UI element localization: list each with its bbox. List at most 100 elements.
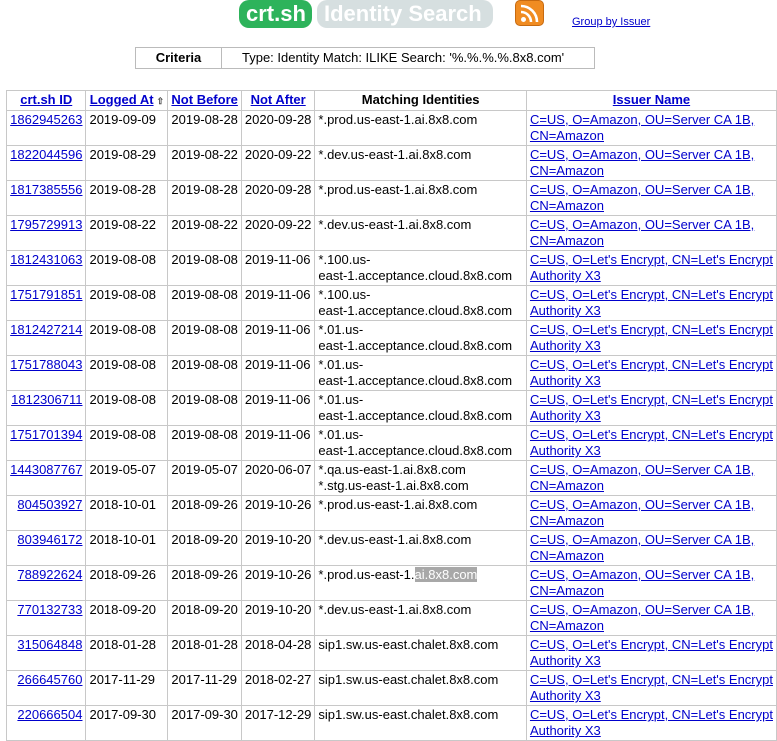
issuer-link[interactable]: C=US, O=Let's Encrypt, CN=Let's Encrypt A… [530,252,773,283]
cert-id-link[interactable]: 1862945263 [10,112,82,127]
logged-at-cell: 2017-11-29 [85,670,169,706]
cert-id-link[interactable]: 1822044596 [10,147,82,162]
issuer-name-cell: C=US, O=Let's Encrypt, CN=Let's Encrypt A… [525,705,777,741]
matching-identities-cell: sip1.sw.us-east.chalet.8x8.com [314,635,527,671]
issuer-link[interactable]: C=US, O=Let's Encrypt, CN=Let's Encrypt A… [530,392,773,423]
col-not-before[interactable]: Not Before [167,90,242,111]
cert-id-cell: 804503927 [5,495,87,531]
issuer-name-cell: C=US, O=Amazon, OU=Server CA 1B, CN=Amazo… [525,495,777,531]
not-before-cell: 2019-08-22 [167,145,242,181]
issuer-link[interactable]: C=US, O=Amazon, OU=Server CA 1B, CN=Amazo… [530,182,754,213]
issuer-line: C=US, O=Amazon, OU=Server CA 1B, [529,462,755,477]
crtsh-logo-button[interactable]: crt.sh [239,0,312,28]
issuer-line: Authority X3 [529,338,601,353]
cert-id-cell: 788922624 [5,565,87,601]
cert-id-link[interactable]: 220666504 [17,707,82,722]
logged-at-cell: 2019-08-08 [85,250,169,286]
col-crtsh-id[interactable]: crt.sh ID [5,90,87,111]
issuer-link[interactable]: C=US, O=Let's Encrypt, CN=Let's Encrypt A… [530,637,773,668]
matching-identities-cell: sip1.sw.us-east.chalet.8x8.com [314,705,527,741]
issuer-name-cell: C=US, O=Let's Encrypt, CN=Let's Encrypt A… [525,425,777,461]
not-before-cell: 2019-08-08 [167,355,242,391]
rss-feed-icon[interactable] [515,0,544,26]
issuer-link[interactable]: C=US, O=Amazon, OU=Server CA 1B, CN=Amazo… [530,567,754,598]
identity-line: east-1.acceptance.cloud.8x8.com [318,268,513,283]
issuer-link[interactable]: C=US, O=Let's Encrypt, CN=Let's Encrypt A… [530,322,773,353]
page-header: crt.sh Identity Search Group by Issuer [0,0,777,40]
issuer-link[interactable]: C=US, O=Let's Encrypt, CN=Let's Encrypt A… [530,707,773,738]
cert-id-link[interactable]: 770132733 [17,602,82,617]
issuer-link[interactable]: C=US, O=Amazon, OU=Server CA 1B, CN=Amazo… [530,532,754,563]
matching-identities-cell: *.dev.us-east-1.ai.8x8.com [314,530,527,566]
cert-id-link[interactable]: 1443087767 [10,462,82,477]
matching-identities-cell: *.dev.us-east-1.ai.8x8.com [314,600,527,636]
issuer-name-cell: C=US, O=Let's Encrypt, CN=Let's Encrypt A… [525,390,777,426]
issuer-line: C=US, O=Let's Encrypt, CN=Let's Encrypt [529,637,773,652]
col-logged-at[interactable]: Logged At ⇧ [85,90,169,111]
identity-line: *.qa.us-east-1.ai.8x8.com [318,462,466,477]
issuer-link[interactable]: C=US, O=Let's Encrypt, CN=Let's Encrypt A… [530,357,773,388]
logged-at-cell: 2019-08-08 [85,320,169,356]
issuer-line: C=US, O=Let's Encrypt, CN=Let's Encrypt [529,357,773,372]
table-row: 1443087767 2019-05-07 2019-05-07 2020-06-07… [5,460,777,496]
not-before-cell: 2017-09-30 [167,705,242,741]
cert-id-link[interactable]: 315064848 [17,637,82,652]
cert-id-link[interactable]: 1795729913 [10,217,82,232]
issuer-name-cell: C=US, O=Let's Encrypt, CN=Let's Encrypt A… [525,670,777,706]
cert-id-link[interactable]: 1817385556 [10,182,82,197]
issuer-link[interactable]: C=US, O=Amazon, OU=Server CA 1B, CN=Amazo… [530,217,754,248]
not-after-cell: 2018-02-27 [240,670,316,706]
issuer-link[interactable]: C=US, O=Amazon, OU=Server CA 1B, CN=Amazo… [530,147,754,178]
cert-id-link[interactable]: 1751701394 [10,427,82,442]
identity-line: east-1.acceptance.cloud.8x8.com [318,303,513,318]
issuer-link[interactable]: C=US, O=Amazon, OU=Server CA 1B, CN=Amazo… [530,462,754,493]
cert-id-link[interactable]: 1751788043 [10,357,82,372]
cert-id-link[interactable]: 1812306711 [11,392,82,407]
identity-line: *.prod.us-east-1.ai.8x8.com [318,497,478,512]
identity-line: *.prod.us-east-1.ai.8x8.com [318,112,478,127]
issuer-line: CN=Amazon [529,618,604,633]
issuer-line: C=US, O=Let's Encrypt, CN=Let's Encrypt [529,707,773,722]
cert-id-link[interactable]: 1812431063 [10,252,82,267]
not-after-cell: 2019-11-06 [240,320,316,356]
table-row: 788922624 2018-09-26 2018-09-26 2019-10-26 *… [5,565,777,601]
identity-line: east-1.acceptance.cloud.8x8.com [318,443,513,458]
cert-id-link[interactable]: 804503927 [17,497,82,512]
table-row: 770132733 2018-09-20 2018-09-20 2019-10-20 *… [5,600,777,636]
issuer-link[interactable]: C=US, O=Let's Encrypt, CN=Let's Encrypt A… [530,287,773,318]
cert-id-link[interactable]: 1751791851 [10,287,82,302]
issuer-line: C=US, O=Let's Encrypt, CN=Let's Encrypt [529,287,773,302]
cert-id-cell: 1751788043 [5,355,87,391]
logged-at-cell: 2019-08-08 [85,285,169,321]
cert-id-cell: 770132733 [5,600,87,636]
identity-line: *.dev.us-east-1.ai.8x8.com [318,602,472,617]
cert-id-link[interactable]: 1812427214 [10,322,82,337]
cert-id-link[interactable]: 788922624 [17,567,82,582]
identity-line: *.01.us- [318,427,364,442]
logged-at-cell: 2019-05-07 [85,460,169,496]
identity-line: *.prod.us-east-1.ai.8x8.com [318,567,478,582]
issuer-line: C=US, O=Amazon, OU=Server CA 1B, [529,602,755,617]
issuer-line: CN=Amazon [529,478,604,493]
issuer-line: CN=Amazon [529,583,604,598]
identity-line: *.100.us- [318,252,371,267]
cert-id-cell: 220666504 [5,705,87,741]
matching-identities-cell: *.dev.us-east-1.ai.8x8.com [314,145,527,181]
cert-id-link[interactable]: 803946172 [17,532,82,547]
col-logged-at-label[interactable]: Logged At [90,92,154,107]
identity-line: sip1.sw.us-east.chalet.8x8.com [318,637,499,652]
table-row: 315064848 2018-01-28 2018-01-28 2018-04-28 s… [5,635,777,671]
matching-identities-cell: *.dev.us-east-1.ai.8x8.com [314,215,527,251]
issuer-link[interactable]: C=US, O=Amazon, OU=Server CA 1B, CN=Amazo… [530,112,754,143]
issuer-link[interactable]: C=US, O=Let's Encrypt, CN=Let's Encrypt A… [530,672,773,703]
issuer-link[interactable]: C=US, O=Amazon, OU=Server CA 1B, CN=Amazo… [530,602,754,633]
cert-id-link[interactable]: 266645760 [17,672,82,687]
issuer-link[interactable]: C=US, O=Amazon, OU=Server CA 1B, CN=Amazo… [530,497,754,528]
group-by-issuer-link[interactable]: Group by Issuer [572,16,650,28]
issuer-link[interactable]: C=US, O=Let's Encrypt, CN=Let's Encrypt A… [530,427,773,458]
not-after-cell: 2019-10-20 [240,600,316,636]
criteria-box: Criteria Type: Identity Match: ILIKE Sea… [135,47,595,69]
col-not-after[interactable]: Not After [240,90,316,111]
issuer-line: C=US, O=Let's Encrypt, CN=Let's Encrypt [529,322,773,337]
col-issuer-name[interactable]: Issuer Name [525,90,777,111]
